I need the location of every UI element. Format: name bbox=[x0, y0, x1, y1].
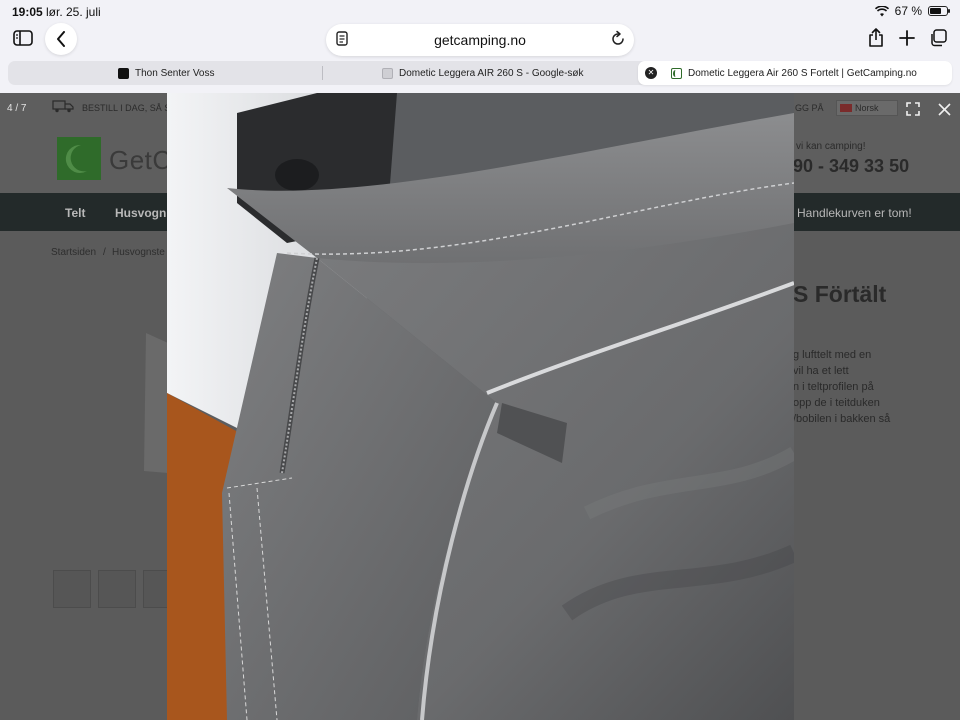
breadcrumb-category[interactable]: Husvognste bbox=[112, 247, 165, 258]
fullscreen-icon bbox=[906, 102, 920, 116]
product-description-line: vil ha et lett bbox=[793, 365, 849, 377]
status-right: 67 % bbox=[874, 4, 950, 18]
tagline: vi kan camping! bbox=[796, 141, 866, 152]
back-button[interactable] bbox=[45, 23, 77, 55]
thon-favicon-icon bbox=[118, 67, 129, 79]
product-image-edge bbox=[144, 333, 168, 473]
tab-divider bbox=[322, 66, 323, 80]
tabs-overview-button[interactable] bbox=[922, 22, 954, 54]
lightbox-close-button[interactable] bbox=[934, 99, 954, 119]
cart-status[interactable]: Handlekurven er tom! bbox=[797, 206, 912, 220]
wifi-icon bbox=[874, 5, 889, 16]
nav-item-telt[interactable]: Telt bbox=[65, 206, 85, 220]
new-tab-icon bbox=[899, 30, 915, 46]
new-tab-button[interactable] bbox=[891, 22, 923, 54]
close-icon bbox=[937, 102, 951, 116]
product-description-line: n i teltprofilen på bbox=[793, 381, 874, 393]
lightbox-photo[interactable] bbox=[167, 93, 794, 720]
battery-percent: 67 % bbox=[894, 4, 922, 18]
status-bar: 19:05 lør. 25. juli 67 % bbox=[0, 0, 960, 22]
safari-toolbar: getcamping.no bbox=[0, 22, 960, 60]
truck-icon bbox=[52, 100, 74, 113]
logo-icon[interactable] bbox=[57, 137, 101, 180]
tab-title: Thon Senter Voss bbox=[135, 67, 215, 79]
phone-number[interactable]: 90 - 349 33 50 bbox=[793, 156, 909, 177]
gallery-thumbnail[interactable] bbox=[98, 570, 136, 608]
product-title: S Förtält bbox=[793, 281, 887, 307]
breadcrumb-home[interactable]: Startsiden bbox=[51, 247, 96, 258]
sidebar-icon bbox=[13, 30, 33, 46]
status-date: lør. 25. juli bbox=[46, 5, 101, 19]
tab-title: Dometic Leggera Air 260 S Fortelt | GetC… bbox=[688, 67, 917, 79]
tab-getcamping[interactable]: ✕ Dometic Leggera Air 260 S Fortelt | Ge… bbox=[638, 61, 952, 85]
language-label: Norsk bbox=[855, 103, 879, 113]
product-description-line: g lufttelt med en bbox=[793, 349, 872, 361]
fullscreen-button[interactable] bbox=[903, 99, 923, 119]
share-button[interactable] bbox=[860, 22, 892, 54]
back-icon bbox=[57, 31, 65, 47]
tab-thon-senter[interactable]: Thon Senter Voss bbox=[118, 61, 215, 85]
address-url[interactable]: getcamping.no bbox=[326, 32, 634, 48]
breadcrumb-separator: / bbox=[103, 247, 106, 258]
flag-icon bbox=[840, 104, 852, 112]
promo-text-right: GG PÅ bbox=[795, 103, 824, 113]
google-favicon-icon bbox=[382, 67, 393, 79]
logo-text[interactable]: GetC bbox=[109, 145, 172, 176]
tab-google-search[interactable]: Dometic Leggera AIR 260 S - Google-søk bbox=[382, 61, 584, 85]
gallery-thumbnail[interactable] bbox=[53, 570, 91, 608]
tab-bar: Thon Senter Voss Dometic Leggera AIR 260… bbox=[8, 61, 952, 85]
address-bar[interactable]: getcamping.no bbox=[326, 24, 634, 56]
share-icon bbox=[869, 28, 883, 47]
lightbox-counter: 4 / 7 bbox=[7, 103, 27, 114]
webpage: BESTILL I DAG, SÅ SEN GG PÅ Norsk GetC v… bbox=[0, 93, 960, 720]
getcamping-favicon-icon bbox=[671, 67, 682, 79]
gallery-thumbnail[interactable] bbox=[143, 570, 169, 608]
tabs-icon bbox=[931, 29, 947, 47]
status-time: 19:05 bbox=[12, 5, 43, 19]
product-description-line: /bobilen i bakken så bbox=[793, 413, 891, 425]
nav-item-husvogn[interactable]: Husvogn bbox=[115, 206, 166, 220]
tab-close-icon[interactable]: ✕ bbox=[645, 67, 657, 79]
product-description-line: opp de i teitduken bbox=[793, 397, 880, 409]
tab-title: Dometic Leggera AIR 260 S - Google-søk bbox=[399, 67, 584, 79]
reload-icon[interactable] bbox=[610, 30, 626, 48]
language-select[interactable]: Norsk bbox=[836, 100, 898, 116]
sidebar-button[interactable] bbox=[7, 22, 39, 54]
battery-icon bbox=[928, 6, 950, 16]
tent-corner-photo bbox=[167, 93, 794, 720]
